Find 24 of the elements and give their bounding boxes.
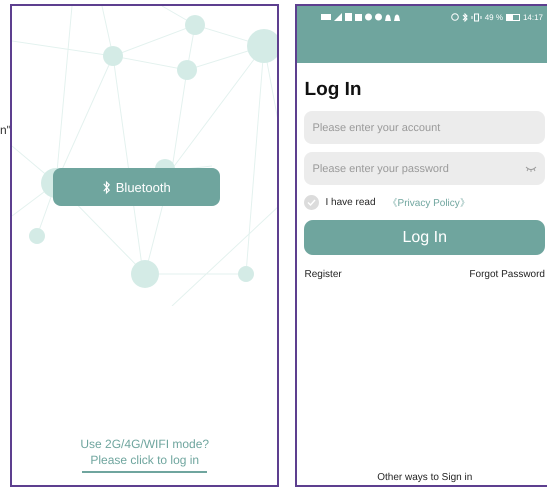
battery-icon — [506, 14, 520, 20]
mode-question: Use 2G/4G/WIFI mode? — [80, 436, 210, 452]
agreement-checkbox[interactable] — [304, 195, 320, 210]
login-button[interactable]: Log In — [304, 220, 545, 255]
account-field[interactable]: Please enter your account — [304, 111, 545, 144]
other-ways-text: Other ways to Sign in — [377, 472, 472, 485]
circle-icon — [365, 13, 372, 21]
vibrate-icon — [470, 12, 482, 22]
clock-time: 14:17 — [522, 12, 543, 22]
forgot-password-link[interactable]: Forgot Password — [469, 269, 545, 280]
eye-closed-icon[interactable] — [525, 166, 537, 172]
battery-percent: 49 % — [484, 12, 503, 22]
bluetooth-icon — [102, 180, 111, 194]
mail-icon — [321, 13, 332, 21]
login-link[interactable]: Please click to log in — [82, 452, 208, 473]
page-title: Log In — [304, 79, 362, 101]
bluetooth-icon — [462, 12, 468, 22]
bluetooth-button[interactable]: Bluetooth — [52, 168, 220, 206]
agreement-text: I have read — [325, 197, 376, 208]
register-link[interactable]: Register — [304, 269, 342, 280]
signal-icon — [334, 13, 342, 21]
check-icon — [307, 199, 316, 206]
password-field[interactable]: Please enter your password — [304, 152, 545, 185]
privacy-policy-link[interactable]: 《Privacy Policy》 — [388, 196, 470, 210]
